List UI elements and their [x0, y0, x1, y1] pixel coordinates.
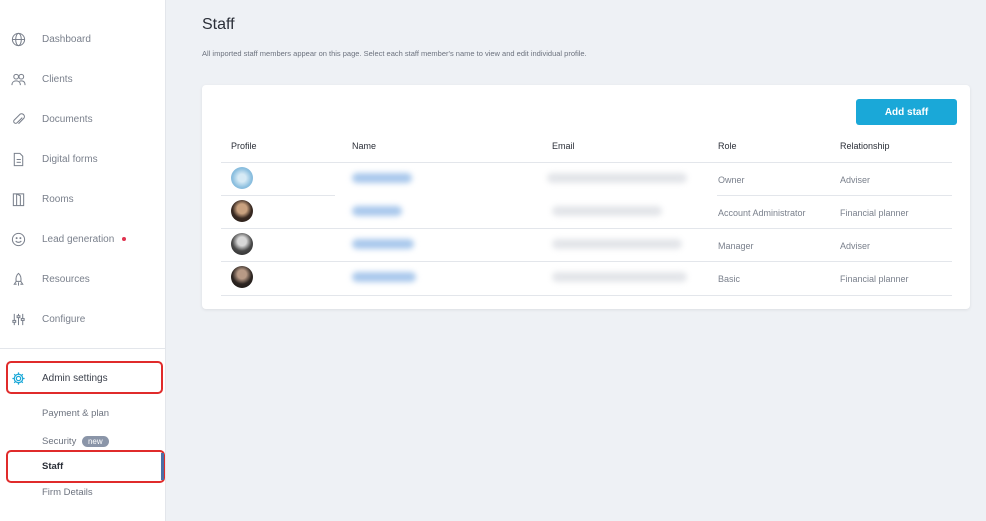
staff-relationship: Financial planner: [840, 208, 909, 218]
sidebar-item-dashboard[interactable]: Dashboard: [0, 27, 165, 51]
column-header-profile: Profile: [231, 141, 257, 151]
staff-email: [547, 173, 687, 183]
sidebar-item-label: Rooms: [42, 193, 74, 205]
sidebar-subitem-staff[interactable]: Staff: [42, 461, 63, 472]
avatar[interactable]: [231, 200, 253, 222]
door-icon: [10, 191, 26, 207]
sidebar: Dashboard Clients Documents Digital form…: [0, 0, 166, 521]
row-divider: [221, 295, 952, 296]
sidebar-subitem-firm-details[interactable]: Firm Details: [42, 487, 93, 498]
staff-relationship: Adviser: [840, 241, 871, 251]
notification-dot: [122, 237, 127, 241]
staff-relationship: Adviser: [840, 175, 871, 185]
staff-email: [552, 239, 682, 249]
sidebar-item-label: Documents: [42, 113, 93, 125]
sidebar-item-rooms[interactable]: Rooms: [0, 187, 165, 211]
avatar[interactable]: [231, 266, 253, 288]
staff-role: Basic: [718, 274, 741, 284]
staff-email: [552, 206, 662, 216]
staff-name-link[interactable]: [352, 206, 402, 216]
smiley-icon: [10, 231, 26, 247]
row-divider: [221, 228, 952, 229]
sidebar-item-label: Configure: [42, 313, 86, 325]
staff-card: Add staff Profile Name Email Role Relati…: [202, 85, 970, 309]
sidebar-subitem-label: Security: [42, 436, 77, 448]
paperclip-icon: [10, 111, 26, 127]
sidebar-item-lead-generation[interactable]: Lead generation: [0, 227, 165, 251]
sidebar-item-resources[interactable]: Resources: [0, 267, 165, 291]
page-title: Staff: [202, 16, 235, 33]
active-indicator: [161, 453, 164, 480]
sidebar-item-label: Clients: [42, 73, 73, 85]
sliders-icon: [10, 311, 26, 327]
sidebar-item-documents[interactable]: Documents: [0, 107, 165, 131]
column-header-email: Email: [552, 141, 575, 151]
staff-highlight: [6, 450, 165, 483]
sidebar-item-label: Digital forms: [42, 153, 98, 165]
form-icon: [10, 151, 26, 167]
sidebar-subitem-security[interactable]: Security new: [42, 436, 109, 447]
sidebar-item-label: Resources: [42, 273, 90, 285]
column-header-relationship: Relationship: [840, 141, 890, 151]
globe-icon: [10, 31, 26, 47]
sidebar-divider: [0, 348, 165, 349]
staff-email: [552, 272, 687, 282]
staff-name-link[interactable]: [352, 272, 416, 282]
sidebar-item-digital-forms[interactable]: Digital forms: [0, 147, 165, 171]
row-divider: [717, 195, 952, 196]
column-header-role: Role: [718, 141, 737, 151]
gear-icon: [10, 370, 26, 386]
avatar[interactable]: [231, 167, 253, 189]
sidebar-item-admin-settings[interactable]: Admin settings: [0, 366, 165, 390]
sidebar-item-clients[interactable]: Clients: [0, 67, 165, 91]
staff-name-link[interactable]: [352, 173, 412, 183]
staff-relationship: Financial planner: [840, 274, 909, 284]
sidebar-item-label: Admin settings: [42, 372, 108, 384]
sidebar-subitem-payment[interactable]: Payment & plan: [42, 408, 109, 419]
staff-name-link[interactable]: [352, 239, 414, 249]
row-divider: [221, 261, 952, 262]
column-header-name: Name: [352, 141, 377, 151]
staff-role: Account Administrator: [718, 208, 806, 218]
header-divider: [221, 162, 952, 163]
row-divider: [221, 195, 335, 196]
sidebar-item-label: Dashboard: [42, 33, 91, 45]
staff-role: Manager: [718, 241, 754, 251]
users-icon: [10, 71, 26, 87]
avatar[interactable]: [231, 233, 253, 255]
sidebar-item-configure[interactable]: Configure: [0, 307, 165, 331]
rocket-icon: [10, 271, 26, 287]
staff-role: Owner: [718, 175, 745, 185]
sidebar-item-label: Lead generation: [42, 233, 115, 245]
page-description: All imported staff members appear on thi…: [202, 49, 587, 58]
add-staff-button[interactable]: Add staff: [856, 99, 957, 125]
new-badge: new: [81, 436, 109, 447]
